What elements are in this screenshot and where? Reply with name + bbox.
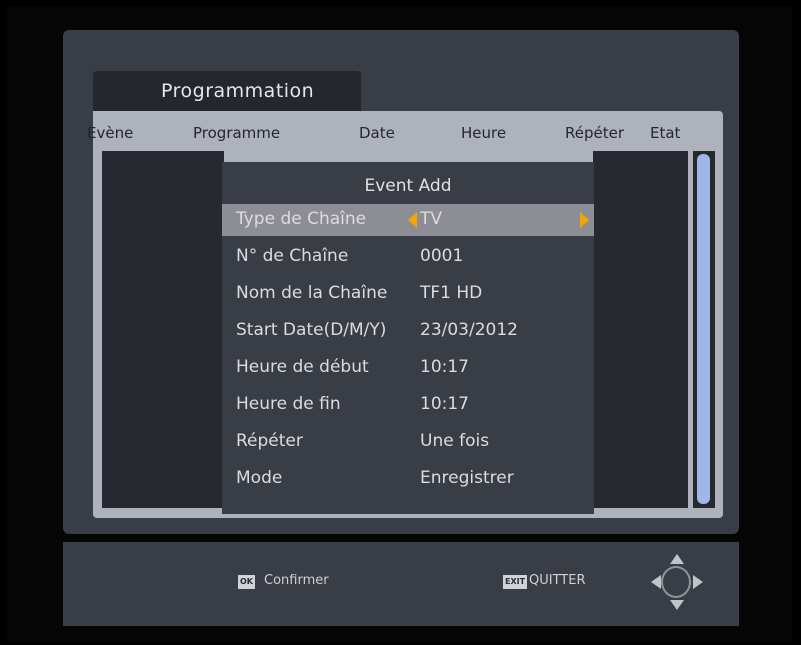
dialog-title: Event Add: [364, 176, 452, 196]
field-value: Une fois: [420, 431, 490, 451]
tv-screen: Programmation Evène Programme Date Heure…: [6, 6, 792, 642]
field-label: N° de Chaîne: [236, 246, 349, 266]
column-header-heure: Heure: [461, 124, 507, 142]
column-header-date: Date: [359, 124, 395, 142]
field-value: 0001: [420, 246, 464, 266]
arrow-left-icon[interactable]: [408, 212, 417, 228]
field-value: TF1 HD: [420, 283, 483, 303]
field-label: Heure de début: [236, 357, 369, 377]
column-header-etat: Etat: [650, 124, 681, 142]
list-body-right: [593, 151, 688, 508]
list-body-left: [102, 151, 224, 508]
field-heure-de-fin[interactable]: Heure de fin 10:17: [222, 389, 594, 421]
field-label: Mode: [236, 468, 283, 488]
field-numero-de-chaine[interactable]: N° de Chaîne 0001: [222, 241, 594, 273]
page-title: Programmation: [161, 80, 315, 102]
field-mode[interactable]: Mode Enregistrer: [222, 463, 594, 495]
field-label: Type de Chaîne: [236, 209, 367, 229]
nav-left-icon: [651, 575, 661, 589]
column-header-repeter: Répéter: [565, 124, 625, 142]
event-add-dialog: Event Add Type de Chaîne TV N° de Chaîne…: [222, 162, 594, 514]
field-value: 23/03/2012: [420, 320, 518, 340]
nav-down-icon: [670, 600, 684, 610]
field-type-de-chaine[interactable]: Type de Chaîne TV: [222, 204, 594, 236]
nav-ring: [661, 566, 691, 598]
column-header-event: Evène: [87, 124, 134, 142]
exit-key-icon[interactable]: EXIT: [503, 575, 528, 589]
field-label: Répéter: [236, 431, 303, 451]
field-label: Start Date(D/M/Y): [236, 320, 387, 340]
field-start-date[interactable]: Start Date(D/M/Y) 23/03/2012: [222, 315, 594, 347]
field-repeter[interactable]: Répéter Une fois: [222, 426, 594, 458]
field-nom-de-la-chaine[interactable]: Nom de la Chaîne TF1 HD: [222, 278, 594, 310]
scrollbar-thumb[interactable]: [697, 154, 710, 504]
scrollbar-track[interactable]: [693, 151, 715, 508]
field-heure-de-debut[interactable]: Heure de début 10:17: [222, 352, 594, 384]
nav-up-icon: [670, 554, 684, 564]
confirm-label: Confirmer: [264, 573, 329, 588]
field-label: Heure de fin: [236, 394, 341, 414]
field-value: 10:17: [420, 394, 469, 414]
navigation-arrows-icon: [651, 554, 703, 612]
title-tab: Programmation: [93, 71, 361, 111]
exit-label: QUITTER: [529, 573, 586, 588]
column-header-programme: Programme: [193, 124, 281, 142]
arrow-right-icon[interactable]: [580, 212, 589, 228]
field-value: TV: [420, 209, 443, 229]
footer-bar: OK Confirmer EXIT QUITTER: [63, 542, 739, 626]
field-label: Nom de la Chaîne: [236, 283, 388, 303]
field-value: Enregistrer: [420, 468, 514, 488]
ok-key-icon[interactable]: OK: [238, 575, 255, 589]
nav-right-icon: [693, 575, 703, 589]
field-value: 10:17: [420, 357, 469, 377]
